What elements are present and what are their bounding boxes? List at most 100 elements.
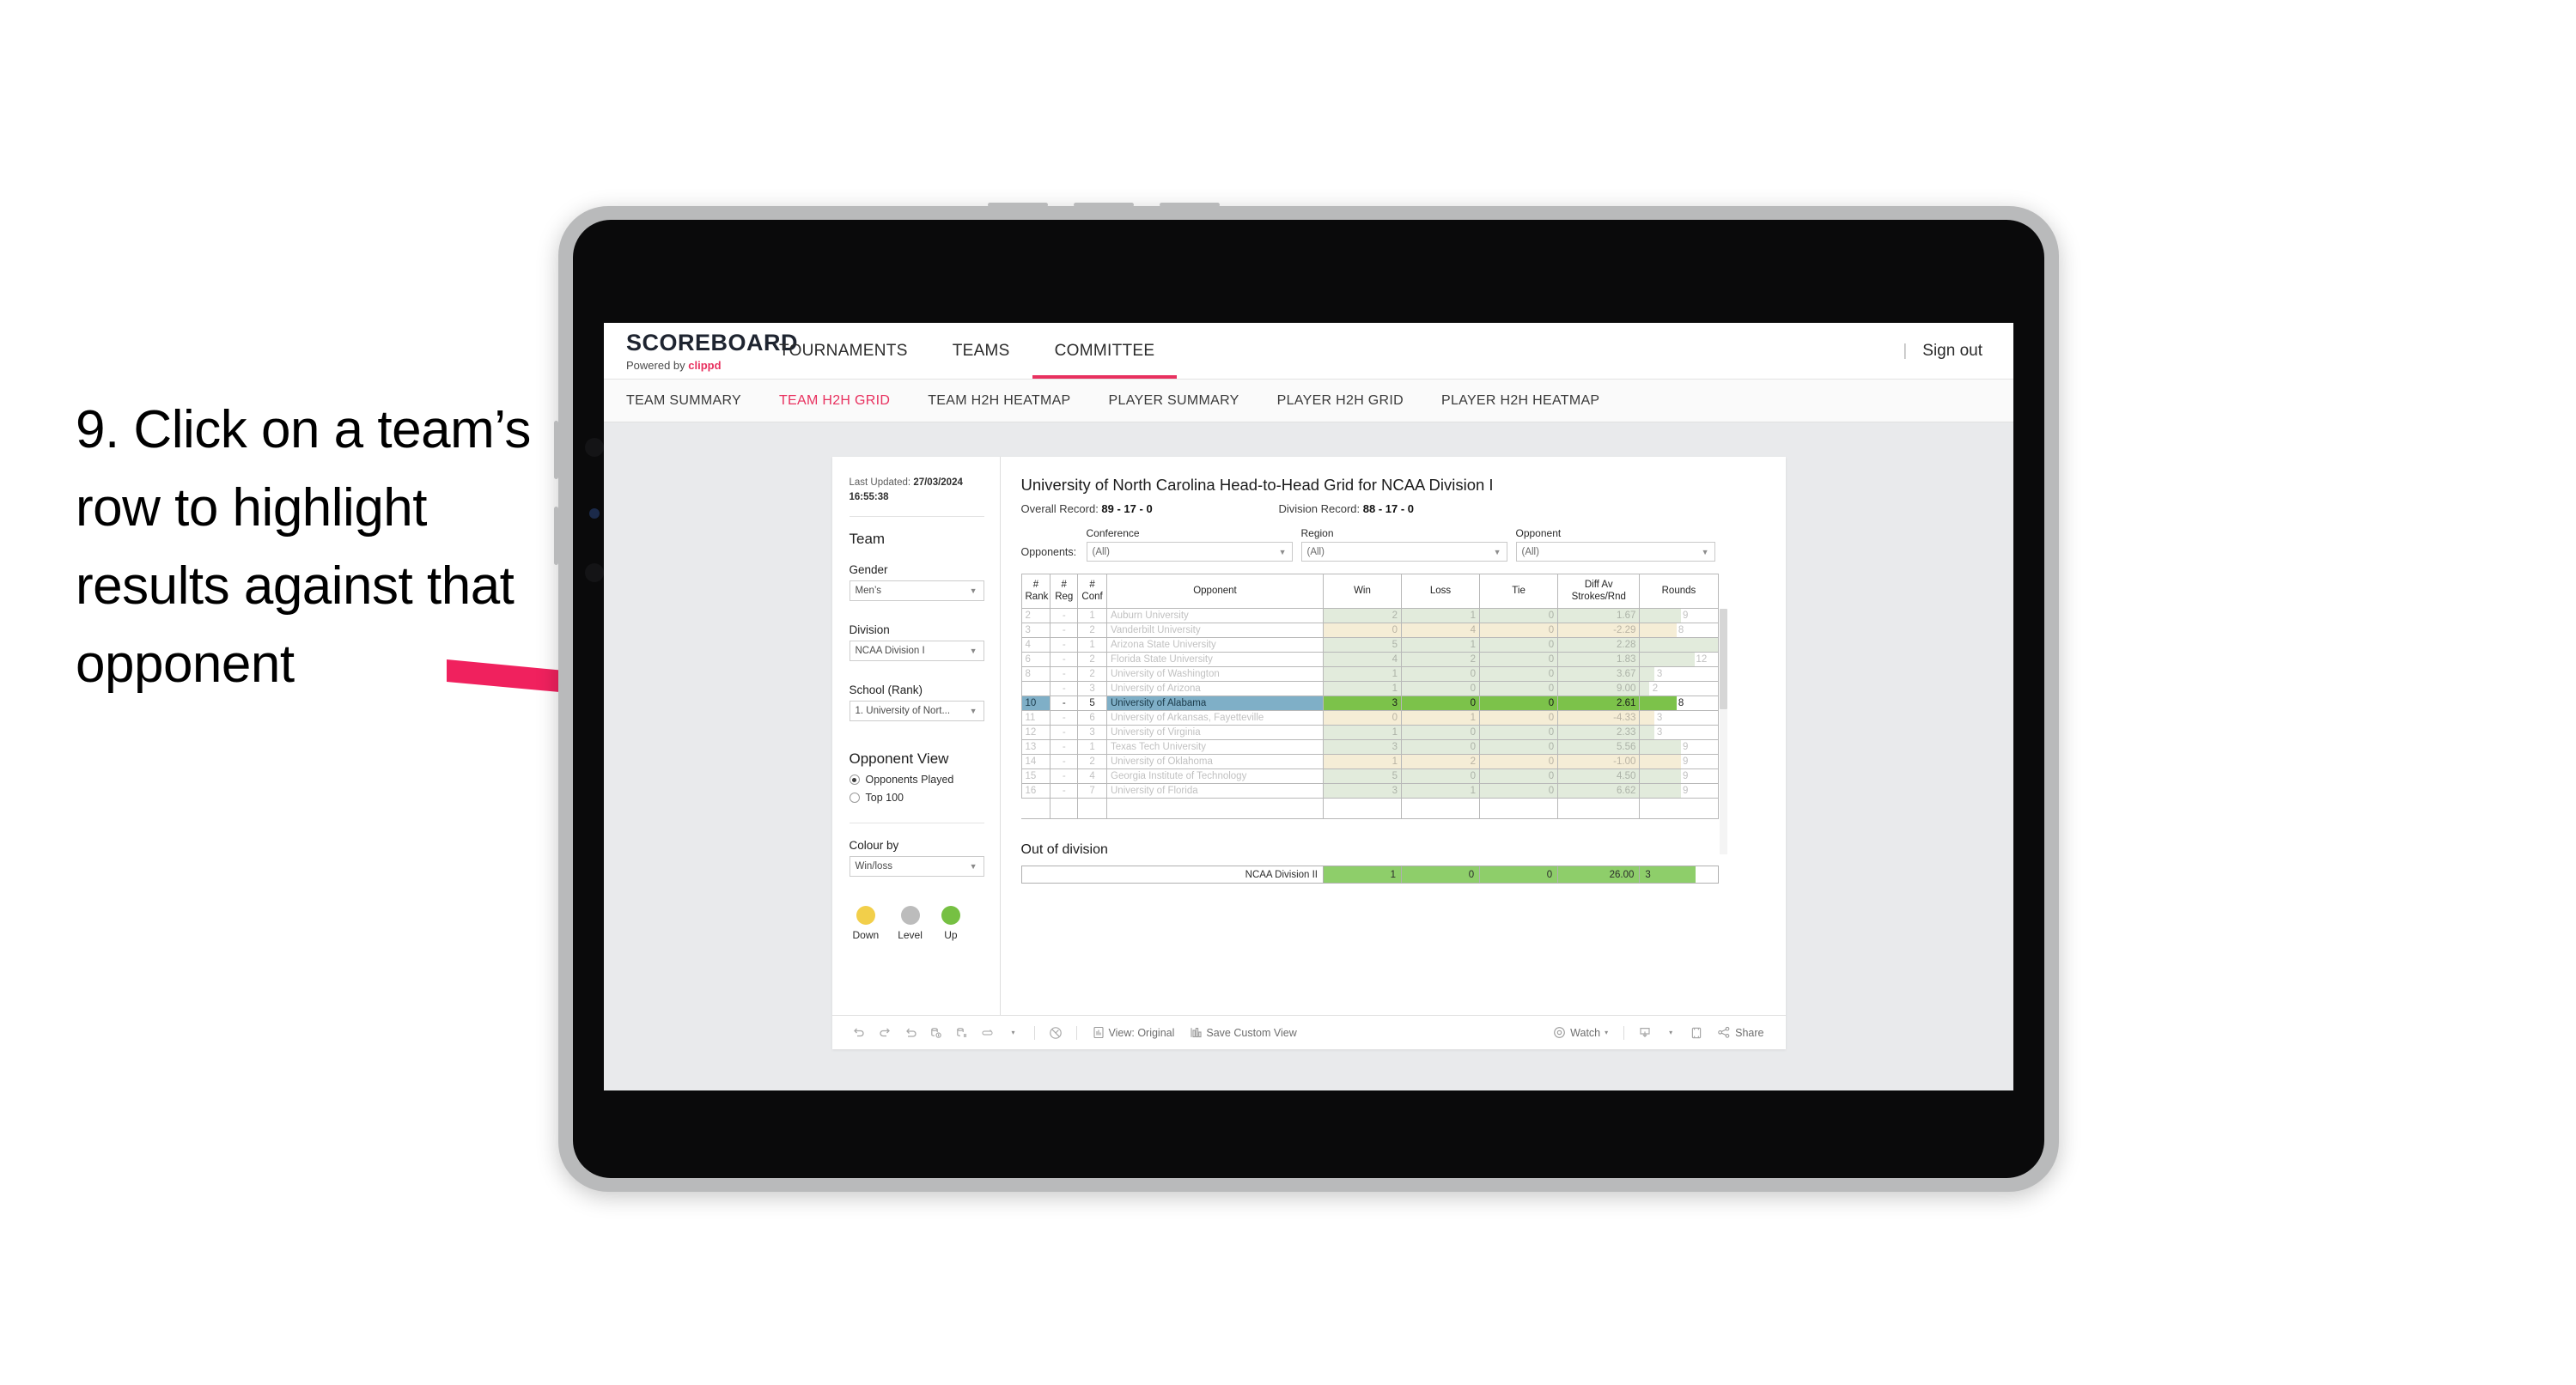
opponent-filters: Opponents: Conference (All) ▼ Region (Al…	[1021, 527, 1769, 562]
region-filter-label: Region	[1300, 527, 1334, 539]
table-row[interactable]: 8-2 University of Washington 1 0 0 3.67 3	[1020, 666, 1719, 682]
rounds-bar	[1640, 696, 1677, 710]
col-rank[interactable]: # Rank	[1020, 574, 1051, 609]
fullscreen-icon[interactable]	[1684, 1022, 1709, 1044]
table-row[interactable]: 2-1 Auburn University 2 1 0 1.67 9	[1020, 608, 1719, 623]
cell-win: 0	[1322, 623, 1403, 638]
col-tie[interactable]: Tie	[1479, 574, 1559, 609]
cell-loss: 1	[1401, 637, 1481, 653]
out-of-division-table: NCAA Division II 1 0 0 26.00 3	[1020, 866, 1719, 884]
refresh-data-icon[interactable]	[923, 1022, 949, 1044]
table-row[interactable]: 10-5 University of Alabama 3 0 0 2.61 8	[1020, 696, 1719, 711]
share-button[interactable]: Share	[1709, 1022, 1771, 1044]
cell-conf: 3	[1077, 681, 1107, 696]
cell-conf: 6	[1077, 710, 1107, 726]
table-row[interactable]: 11-6 University of Arkansas, Fayetteville…	[1020, 710, 1719, 726]
sidebar-gap-3	[850, 721, 984, 750]
cell-tie: 0	[1479, 768, 1559, 784]
view-original-button[interactable]: View: Original	[1085, 1022, 1183, 1044]
col-opponent[interactable]: Opponent	[1106, 574, 1324, 609]
cell-diff: 6.62	[1557, 783, 1641, 799]
rounds-bar	[1640, 740, 1682, 754]
radio-top-100[interactable]: Top 100	[849, 792, 984, 804]
cell-win: 5	[1322, 637, 1403, 653]
colour-by-label: Colour by	[849, 839, 899, 853]
colour-by-select[interactable]: Win/loss ▼	[849, 856, 984, 878]
cell-rounds: 9	[1639, 754, 1719, 769]
gender-select[interactable]: Men’s ▼	[849, 580, 984, 602]
gender-value: Men’s	[855, 586, 881, 597]
cell-diff: 9.00	[1557, 681, 1641, 696]
colour-legend: Down Level Up	[850, 906, 984, 941]
col-win[interactable]: Win	[1322, 574, 1403, 609]
cell-diff: 2.61	[1557, 696, 1641, 711]
school-select[interactable]: 1. University of Nort... ▼	[849, 701, 984, 722]
rounds-value: 9	[1683, 610, 1689, 621]
division-select[interactable]: NCAA Division I ▼	[849, 641, 984, 662]
table-row[interactable]: 4-1Arizona State University5102.2817	[1020, 637, 1719, 653]
radio-opponents-played[interactable]: Opponents Played	[849, 774, 984, 786]
out-of-division-row[interactable]: NCAA Division II 1 0 0 26.00 3	[1020, 866, 1719, 884]
legend-dot-down	[856, 906, 875, 926]
download-caret-icon[interactable]: ▾	[1658, 1022, 1684, 1044]
topnav-item-tournaments[interactable]: TOURNAMENTS	[757, 323, 930, 379]
table-row[interactable]: 15-4 Georgia Institute of Technology 5 0 0 4.…	[1020, 768, 1719, 784]
division-record-value: 88 - 17 - 0	[1362, 502, 1415, 515]
sensor-dot	[589, 508, 600, 519]
download-icon[interactable]	[1632, 1022, 1658, 1044]
table-row[interactable]: 6-2 Florida State University 4 2 0 1.83 12	[1020, 652, 1719, 667]
cell-win: 3	[1322, 696, 1403, 711]
rounds-value: 17	[1718, 640, 1719, 650]
cell-reg: -	[1050, 754, 1079, 769]
filler-cell	[1106, 798, 1324, 819]
col-conf[interactable]: # Conf	[1077, 574, 1107, 609]
col-reg[interactable]: # Reg	[1050, 574, 1079, 609]
chevron-down-icon: ▼	[969, 707, 977, 716]
pause-resume-gauge-icon[interactable]	[1043, 1022, 1069, 1044]
col-loss[interactable]: Loss	[1401, 574, 1481, 609]
table-row[interactable]: 3-2 Vanderbilt University 0 4 0 -2.29 8	[1020, 623, 1719, 638]
col-reg-l1: #	[1061, 579, 1067, 590]
cell-diff: 1.83	[1557, 652, 1641, 667]
opponent-filter-group: Opponent (All) ▼	[1515, 527, 1715, 562]
subnav-item-team-h2h-heatmap[interactable]: TEAM H2H HEATMAP	[928, 393, 1070, 409]
signout-link[interactable]: Sign out	[1922, 342, 1982, 361]
subnav-item-team-h2h-grid[interactable]: TEAM H2H GRID	[779, 393, 890, 409]
pause-auto-update-icon[interactable]	[949, 1022, 975, 1044]
division-label: Division	[849, 623, 890, 637]
workbook-body: Last Updated: 27/03/2024 16:55:38 Team G…	[832, 457, 1786, 1015]
watch-button[interactable]: Watch ▾	[1545, 1022, 1616, 1044]
viz-main-panel: University of North Carolina Head-to-Hea…	[1001, 457, 1786, 1015]
grid-scrollbar-thumb[interactable]	[1719, 609, 1727, 709]
table-row[interactable]: 14-2 University of Oklahoma 1 2 0 -1.00 9	[1020, 754, 1719, 769]
topnav-item-committee[interactable]: COMMITTEE	[1032, 323, 1178, 379]
ood-tie: 0	[1479, 866, 1559, 884]
cell-tie: 0	[1479, 710, 1559, 726]
region-filter-select[interactable]: (All) ▼	[1300, 542, 1507, 562]
col-diff-l1: Diff Av	[1584, 579, 1613, 590]
table-filler-row	[1021, 798, 1719, 819]
subnav-item-team-summary[interactable]: TEAM SUMMARY	[626, 393, 741, 409]
table-row[interactable]: 13-1 Texas Tech University 3 0 0 5.56 9	[1020, 739, 1719, 755]
conference-filter-select[interactable]: (All) ▼	[1086, 542, 1293, 562]
col-diff[interactable]: Diff Av Strokes/Rnd	[1557, 574, 1641, 609]
subnav-item-player-summary[interactable]: PLAYER SUMMARY	[1109, 393, 1239, 409]
subnav-item-player-h2h-grid[interactable]: PLAYER H2H GRID	[1277, 393, 1404, 409]
table-row[interactable]: 16-7 University of Florida 3 1 0 6.62 9	[1020, 783, 1719, 799]
undo-icon[interactable]	[846, 1022, 872, 1044]
cell-tie: 0	[1479, 696, 1559, 711]
signout-divider: |	[1903, 341, 1908, 360]
share-label: Share	[1735, 1026, 1764, 1039]
table-row[interactable]: -3 University of Arizona 1 0 0 9.00 2	[1020, 681, 1719, 696]
swap-dropdown-caret-icon[interactable]: ▾	[1001, 1022, 1026, 1044]
revert-icon[interactable]	[898, 1022, 923, 1044]
table-row[interactable]: 12-3 University of Virginia 1 0 0 2.33 3	[1020, 725, 1719, 740]
opponent-filter-select[interactable]: (All) ▼	[1515, 542, 1715, 562]
swap-icon[interactable]	[975, 1022, 1001, 1044]
legend-dot-up	[941, 906, 960, 926]
subnav-item-player-h2h-heatmap[interactable]: PLAYER H2H HEATMAP	[1441, 393, 1599, 409]
col-rounds[interactable]: Rounds	[1639, 574, 1719, 609]
redo-icon[interactable]	[872, 1022, 898, 1044]
save-custom-view-button[interactable]: Save Custom View	[1182, 1022, 1304, 1044]
topnav-item-teams[interactable]: TEAMS	[930, 323, 1032, 379]
